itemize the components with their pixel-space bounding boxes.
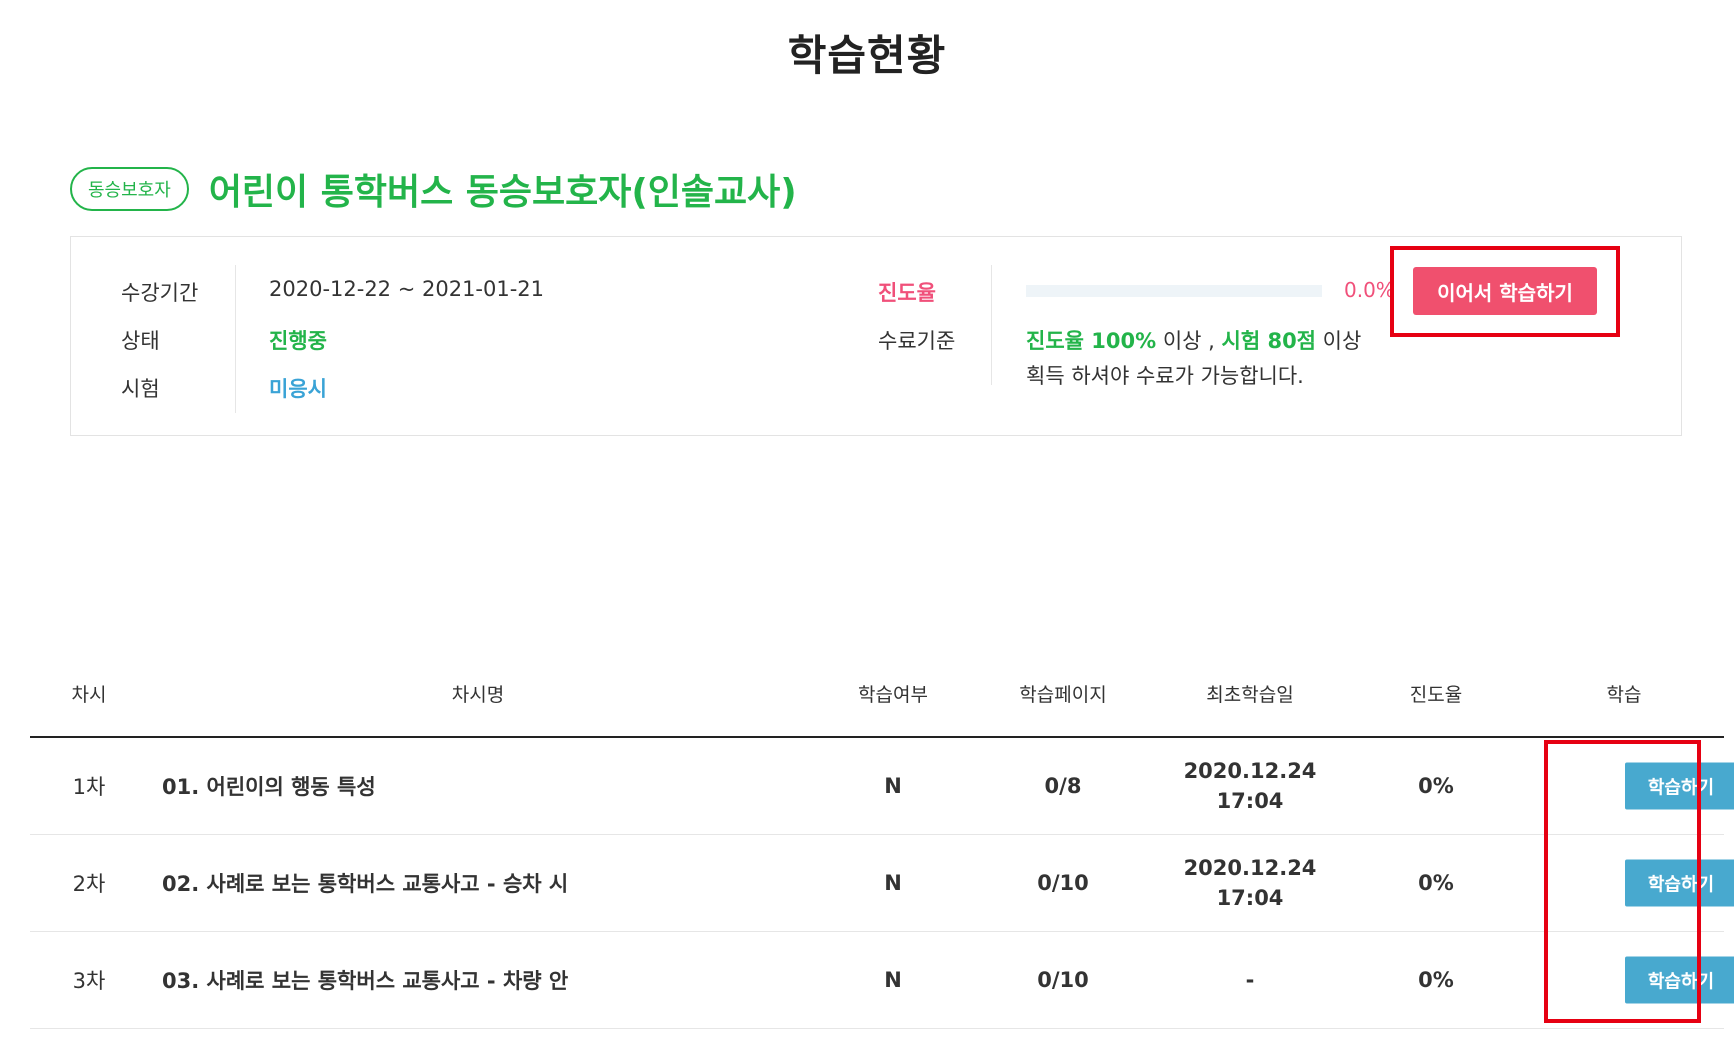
continue-learning-button[interactable]: 이어서 학습하기	[1413, 267, 1597, 315]
course-header: 동승보호자 어린이 통학버스 동승보호자(인솔교사)	[70, 163, 797, 215]
header-studied: 학습여부	[858, 684, 928, 706]
first-study-date-time: 17:04	[1216, 886, 1284, 910]
study-button[interactable]: 학습하기	[1625, 956, 1734, 1004]
table-header: 차시 차시명 학습여부 학습페이지 최초학습일 진도율 학습	[30, 660, 1724, 738]
table-row: 1차 01. 어린이의 행동 특성 N 0/8 2020.12.24 17:04…	[30, 738, 1734, 835]
criteria-exam: 시험 80점	[1221, 329, 1317, 353]
info-divider	[235, 265, 236, 413]
criteria-progress: 진도율 100%	[1026, 329, 1157, 353]
header-action: 학습	[1606, 684, 1642, 706]
pages-count: 0/10	[1037, 871, 1089, 895]
session-number: 2차	[72, 872, 106, 896]
info-divider-right	[991, 265, 992, 385]
pages-count: 0/8	[1044, 774, 1082, 798]
page-title: 학습현황	[787, 31, 947, 80]
header-first-date: 최초학습일	[1206, 684, 1294, 706]
session-number: 3차	[72, 969, 106, 993]
session-progress: 0%	[1418, 968, 1454, 992]
header-pages: 학습페이지	[1019, 684, 1107, 706]
session-progress: 0%	[1418, 871, 1454, 895]
status-label: 상태	[121, 329, 160, 353]
studied-flag: N	[884, 968, 902, 992]
table-row: 3차 03. 사례로 보는 통학버스 교통사고 - 차량 안 N 0/10 - …	[30, 932, 1734, 1029]
progress-label: 진도율	[878, 281, 936, 305]
progress-percent: 0.0%	[1344, 278, 1395, 302]
first-study-date-day: 2020.12.24	[1183, 759, 1317, 783]
first-study-date: 2020.12.24 17:04	[1184, 756, 1317, 816]
session-number: 1차	[72, 775, 106, 799]
session-name: 03. 사례로 보는 통학버스 교통사고 - 차량 안	[162, 969, 569, 993]
criteria-note: 획득 하셔야 수료가 가능합니다.	[1026, 364, 1304, 388]
course-info-panel: 수강기간 상태 시험 2020-12-22 ~ 2021-01-21 진행중 미…	[70, 236, 1682, 436]
criteria-joiner: 이상 ,	[1156, 329, 1222, 353]
course-title: 어린이 통학버스 동승보호자(인솔교사)	[208, 172, 797, 213]
study-button[interactable]: 학습하기	[1625, 762, 1734, 810]
first-study-date: -	[1245, 968, 1255, 992]
first-study-date: 2020.12.24 17:04	[1184, 853, 1317, 913]
header-progress: 진도율	[1409, 684, 1463, 706]
header-session: 차시	[71, 684, 107, 706]
study-button[interactable]: 학습하기	[1625, 859, 1734, 907]
studied-flag: N	[884, 774, 902, 798]
criteria-text: 진도율 100% 이상 , 시험 80점 이상	[1026, 325, 1361, 355]
studied-flag: N	[884, 871, 902, 895]
pages-count: 0/10	[1037, 968, 1089, 992]
header-name: 차시명	[451, 684, 505, 706]
first-study-date-day: 2020.12.24	[1183, 856, 1317, 880]
period-value: 2020-12-22 ~ 2021-01-21	[269, 277, 545, 301]
session-name: 02. 사례로 보는 통학버스 교통사고 - 승차 시	[162, 872, 569, 896]
exam-label: 시험	[121, 377, 160, 401]
course-category-badge: 동승보호자	[70, 167, 189, 211]
progress-bar	[1026, 285, 1322, 297]
criteria-suffix: 이상	[1316, 329, 1362, 353]
session-name: 01. 어린이의 행동 특성	[162, 775, 376, 799]
period-label: 수강기간	[121, 281, 199, 305]
session-table: 차시 차시명 학습여부 학습페이지 최초학습일 진도율 학습 1차 01. 어린…	[30, 660, 1734, 1029]
first-study-date-time: 17:04	[1216, 789, 1284, 813]
status-value: 진행중	[269, 329, 327, 353]
session-progress: 0%	[1418, 774, 1454, 798]
criteria-label: 수료기준	[878, 329, 956, 353]
table-row: 2차 02. 사례로 보는 통학버스 교통사고 - 승차 시 N 0/10 20…	[30, 835, 1734, 932]
exam-value: 미응시	[269, 377, 327, 401]
